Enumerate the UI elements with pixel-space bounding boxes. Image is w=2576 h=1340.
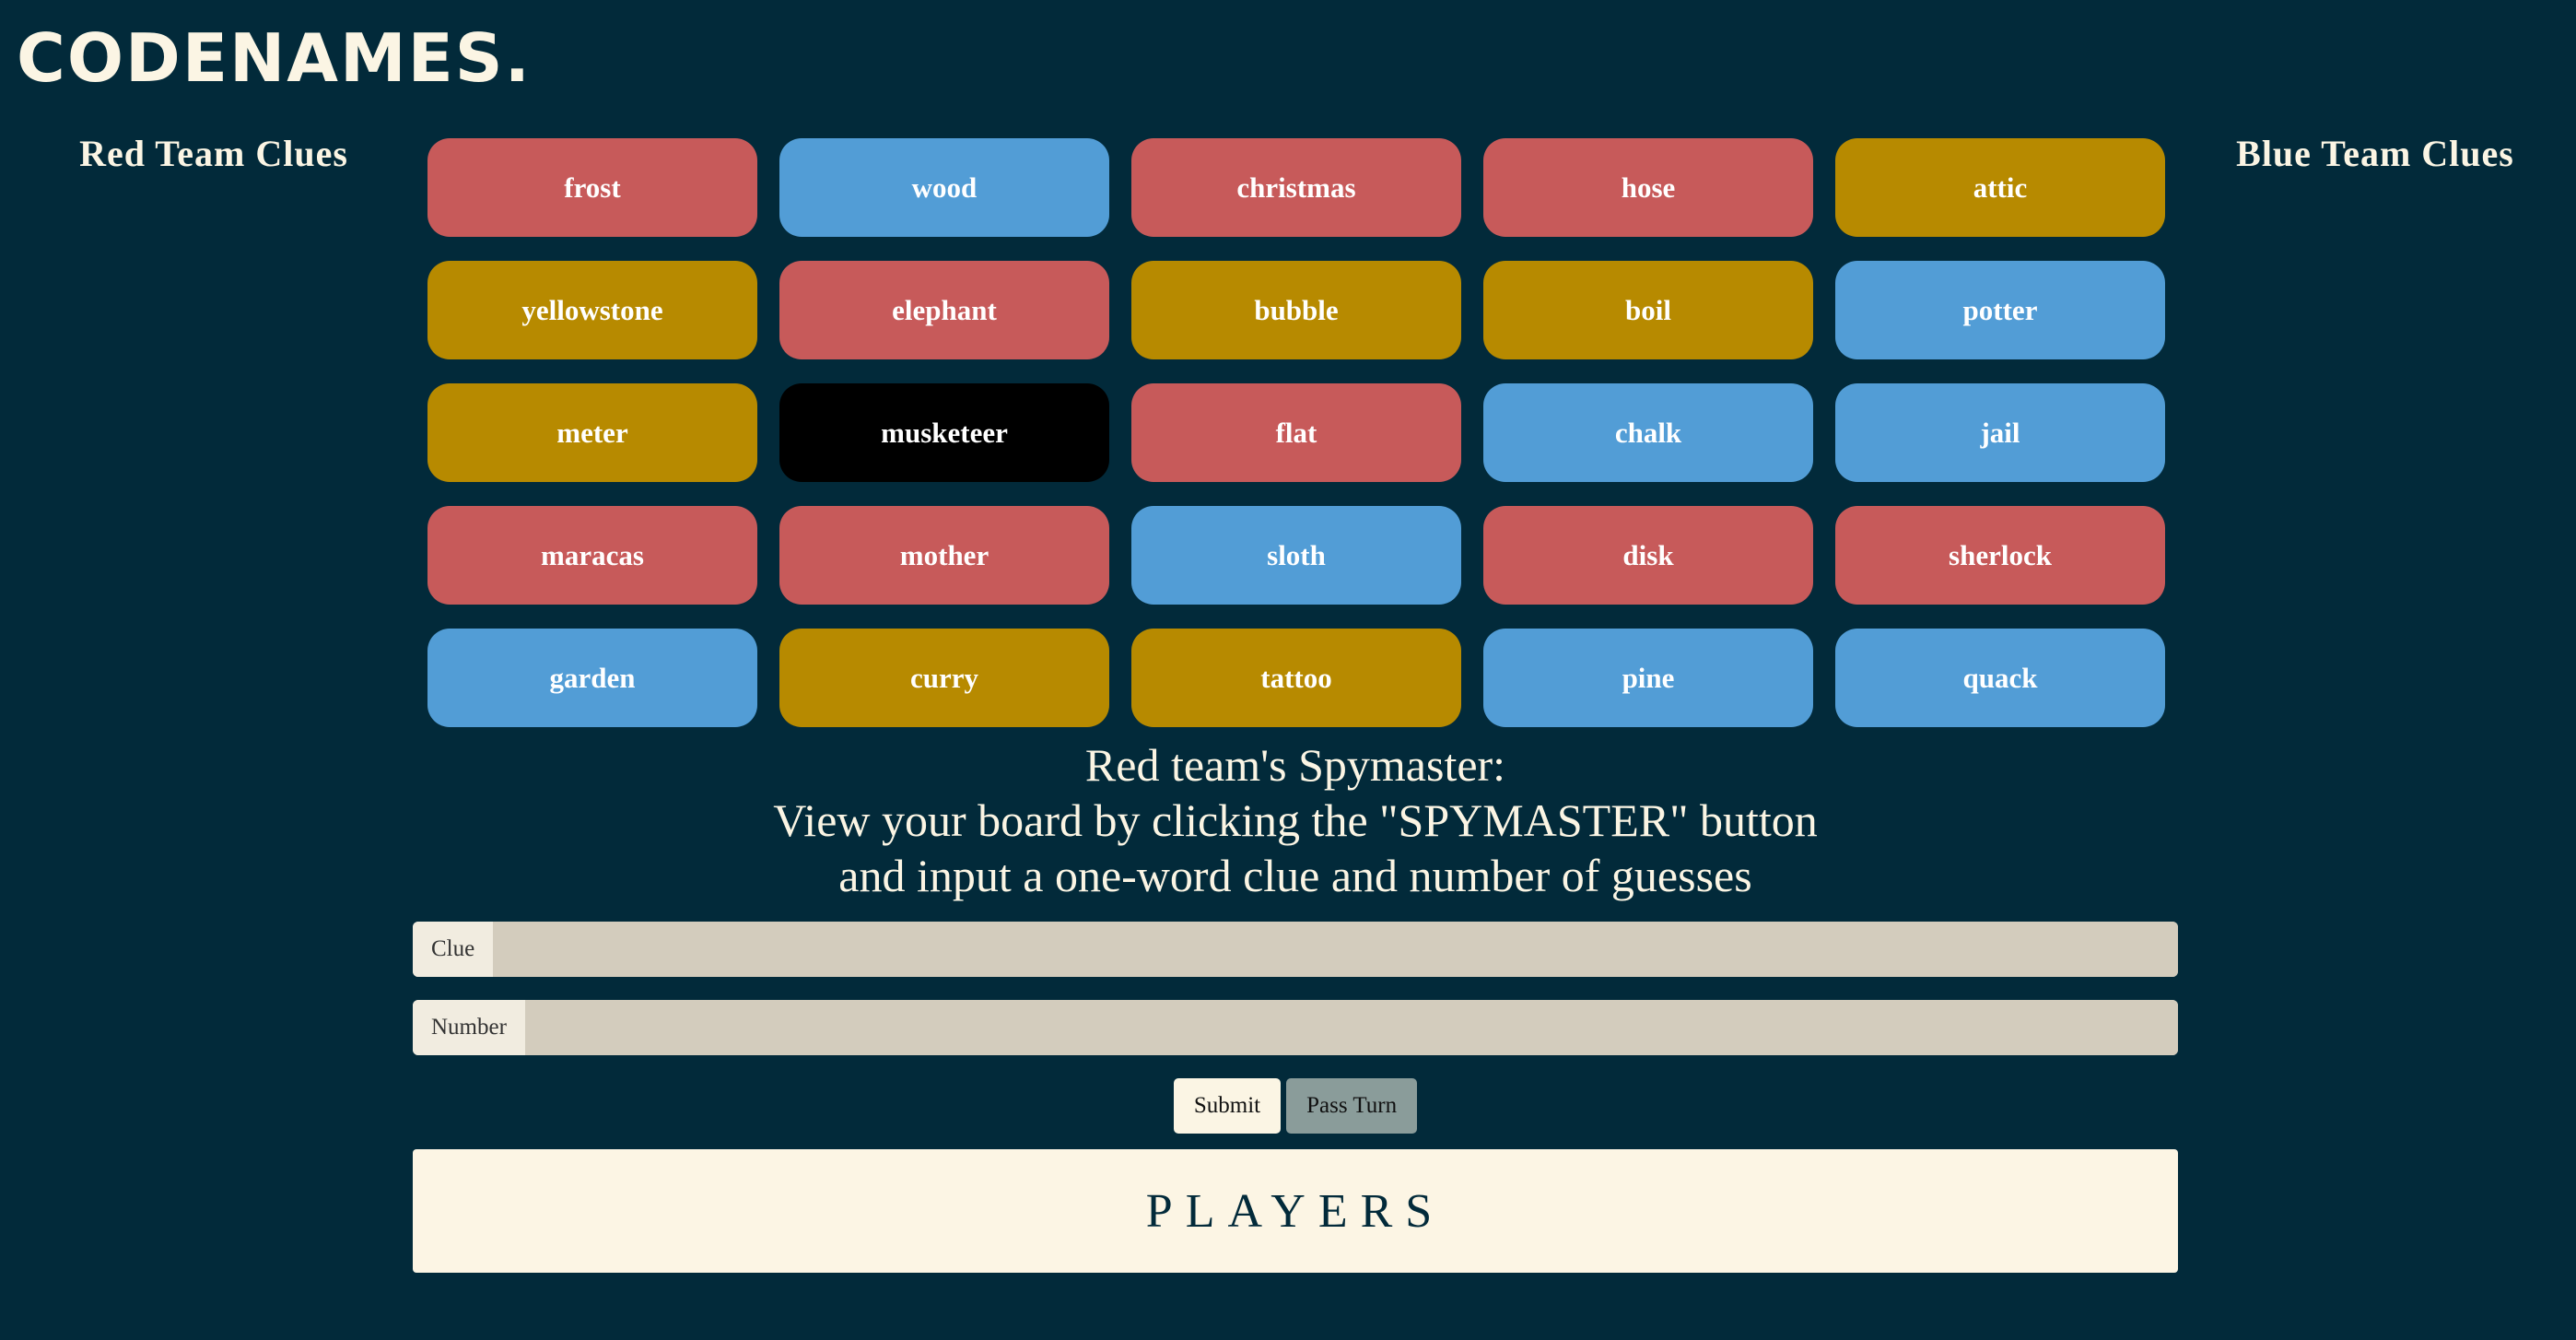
number-label: Number — [413, 1000, 525, 1055]
number-input[interactable] — [524, 1000, 2178, 1055]
game-board: frost wood christmas hose attic yellowstone el… — [427, 138, 2165, 728]
instruction-line: Red team's Spymaster: — [1084, 739, 1506, 791]
turn-actions: Submit Pass Turn — [0, 1078, 2576, 1134]
pass-turn-button[interactable]: Pass Turn — [1286, 1078, 1418, 1134]
word-card-bubble[interactable]: bubble — [1131, 261, 1461, 359]
word-card-flat[interactable]: flat — [1131, 383, 1461, 482]
word-card-potter[interactable]: potter — [1835, 261, 2165, 359]
number-input-group: Number — [413, 1000, 2178, 1055]
submit-button[interactable]: Submit — [1173, 1078, 1282, 1134]
word-card-tattoo[interactable]: tattoo — [1131, 629, 1461, 727]
word-card-musketeer[interactable]: musketeer — [779, 383, 1109, 482]
word-card-maracas[interactable]: maracas — [427, 506, 757, 605]
players-title: PLAYERS — [1145, 1184, 1446, 1238]
word-card-wood[interactable]: wood — [779, 138, 1109, 237]
word-card-jail[interactable]: jail — [1835, 383, 2165, 482]
word-card-mother[interactable]: mother — [779, 506, 1109, 605]
word-card-frost[interactable]: frost — [427, 138, 757, 237]
blue-team-clues-title: Blue Team Clues — [2236, 133, 2514, 174]
word-card-sloth[interactable]: sloth — [1131, 506, 1461, 605]
word-card-boil[interactable]: boil — [1483, 261, 1813, 359]
word-card-meter[interactable]: meter — [427, 383, 757, 482]
word-card-garden[interactable]: garden — [427, 629, 757, 727]
word-card-disk[interactable]: disk — [1483, 506, 1813, 605]
word-card-christmas[interactable]: christmas — [1131, 138, 1461, 237]
instruction-line: View your board by clicking the "SPYMAST… — [773, 794, 1818, 846]
word-card-attic[interactable]: attic — [1835, 138, 2165, 237]
word-card-curry[interactable]: curry — [779, 629, 1109, 727]
clue-input[interactable] — [493, 922, 2178, 977]
word-card-pine[interactable]: pine — [1483, 629, 1813, 727]
clue-label: Clue — [413, 922, 494, 977]
word-card-sherlock[interactable]: sherlock — [1835, 506, 2165, 605]
word-card-quack[interactable]: quack — [1835, 629, 2165, 727]
app-logo: CODENAMES. — [17, 19, 533, 97]
spymaster-instructions: Red team's Spymaster: View your board by… — [413, 737, 2178, 903]
word-card-chalk[interactable]: chalk — [1483, 383, 1813, 482]
players-panel: PLAYERS — [413, 1149, 2178, 1273]
red-team-clues-title: Red Team Clues — [79, 133, 348, 174]
clue-input-group: Clue — [413, 922, 2178, 977]
word-card-yellowstone[interactable]: yellowstone — [427, 261, 757, 359]
word-card-hose[interactable]: hose — [1483, 138, 1813, 237]
word-card-elephant[interactable]: elephant — [779, 261, 1109, 359]
instruction-line: and input a one-word clue and number of … — [838, 850, 1752, 901]
